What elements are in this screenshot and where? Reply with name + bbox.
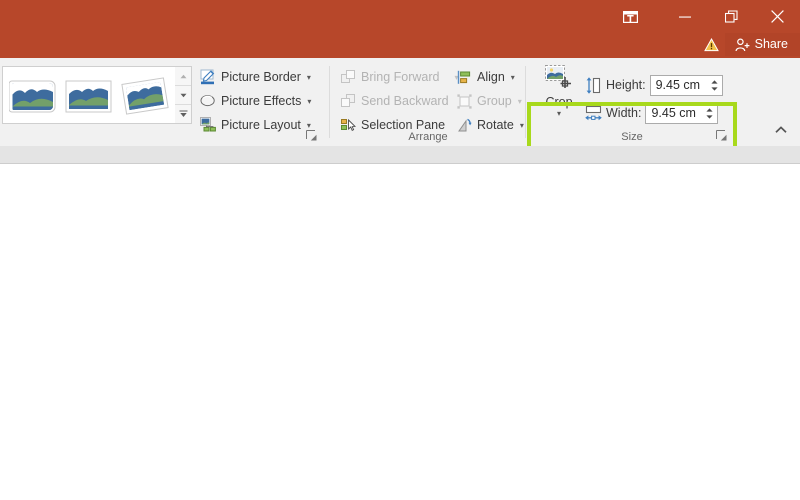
size-dialog-launcher[interactable] [716, 130, 729, 143]
slide-editing-area[interactable] [0, 146, 800, 500]
height-label: Height: [606, 78, 646, 92]
effects-icon [200, 93, 216, 109]
align-icon [456, 69, 472, 85]
picture-style-rotated-white-icon [121, 77, 169, 115]
picture-effects-caret: ▾ [307, 96, 312, 106]
more-styles-icon [179, 110, 187, 117]
picture-styles-gallery[interactable] [2, 66, 176, 124]
picture-border-button[interactable]: Picture Border ▾ [196, 66, 315, 88]
width-icon [585, 105, 602, 122]
share-label: Share [754, 37, 788, 52]
align-button[interactable]: Align ▾ [452, 66, 519, 88]
width-stepper[interactable] [702, 104, 717, 123]
title-bar: Share [0, 0, 800, 56]
ribbon-group-picture-styles: Picture Border ▾ Picture Effects ▾ Pictu… [0, 58, 330, 146]
warning-triangle-icon [704, 37, 719, 51]
crop-button[interactable]: Crop ▾ [535, 64, 583, 126]
bring-forward-button[interactable]: Bring Forward ▾ [336, 66, 463, 88]
group-icon [456, 93, 472, 109]
ribbon-display-options-button[interactable] [608, 0, 652, 33]
selection-pane-label: Selection Pane [361, 118, 446, 132]
chevron-up-icon [775, 126, 787, 133]
picture-layout-caret: ▾ [306, 120, 311, 130]
group-button[interactable]: Group ▾ [452, 90, 526, 112]
restore-icon [724, 10, 738, 23]
width-label: Width: [606, 106, 642, 120]
width-row: Width: 9.45 cm [585, 102, 719, 124]
gallery-scroll-down-button[interactable] [175, 86, 191, 105]
dialog-launcher-icon [306, 130, 317, 141]
stepper-down-icon [711, 86, 718, 91]
picture-style-rotated-white[interactable] [121, 73, 171, 117]
share-row: Share [699, 33, 800, 56]
bring-forward-label: Bring Forward [361, 70, 440, 84]
align-caret: ▾ [510, 72, 515, 82]
send-backward-button[interactable]: Send Backward ▾ [336, 90, 468, 112]
picture-style-rounded-icon [8, 80, 56, 113]
picture-style-simple-frame[interactable] [65, 73, 115, 117]
width-value: 9.45 cm [651, 105, 696, 120]
height-stepper[interactable] [707, 76, 722, 95]
send-backward-label: Send Backward [361, 94, 449, 108]
stepper-up-icon [711, 79, 718, 84]
minimize-button[interactable] [662, 0, 708, 33]
height-icon [585, 76, 602, 94]
canvas-top-band [0, 146, 800, 164]
picture-layout-label: Picture Layout [221, 118, 301, 132]
picture-border-caret: ▾ [306, 72, 311, 82]
picture-style-simple-frame-icon [65, 80, 112, 113]
send-backward-icon [340, 93, 356, 109]
dialog-launcher-icon [716, 130, 727, 141]
share-button[interactable]: Share [724, 33, 800, 56]
crop-icon [545, 65, 571, 88]
collapse-ribbon-button[interactable] [770, 120, 792, 140]
picture-layout-button[interactable]: Picture Layout ▾ [196, 114, 315, 136]
group-label: Group [477, 94, 512, 108]
crop-label: Crop [545, 95, 573, 109]
ribbon-display-icon [622, 10, 638, 23]
stepper-up-icon [706, 107, 714, 112]
layout-icon [200, 117, 216, 133]
restore-button[interactable] [708, 0, 754, 33]
pen-border-icon [200, 69, 216, 85]
rotate-label: Rotate [477, 118, 514, 132]
caret-up-icon [180, 74, 186, 78]
window-controls [608, 0, 800, 33]
rotate-caret: ▾ [519, 120, 524, 130]
size-group-label: Size [621, 131, 643, 143]
minimize-icon [679, 16, 691, 18]
height-input[interactable]: 9.45 cm [649, 74, 723, 96]
share-person-icon [735, 37, 750, 51]
crop-caret: ▾ [556, 109, 561, 118]
close-icon [770, 10, 784, 23]
picture-effects-button[interactable]: Picture Effects ▾ [196, 90, 315, 112]
ribbon-group-size: Crop ▾ Height: 9.45 cm Width: 9.45 cm Si… [527, 58, 737, 146]
close-button[interactable] [754, 0, 800, 33]
picture-styles-dialog-launcher[interactable] [306, 130, 319, 143]
picture-border-label: Picture Border [221, 70, 301, 84]
group-separator [525, 66, 526, 138]
picture-styles-gallery-scroll [175, 66, 192, 124]
ribbon-group-arrange: Bring Forward ▾ Send Backward ▾ [330, 58, 526, 146]
arrange-group-label: Arrange [408, 131, 448, 143]
picture-effects-label: Picture Effects [221, 94, 302, 108]
align-label: Align [477, 70, 505, 84]
picture-style-rounded[interactable] [8, 73, 59, 117]
gallery-more-button[interactable] [175, 105, 191, 123]
group-caret: ▾ [517, 96, 522, 106]
height-value: 9.45 cm [655, 77, 701, 92]
height-row: Height: 9.45 cm [585, 74, 723, 96]
bring-forward-icon [340, 69, 356, 85]
stepper-down-icon [706, 114, 714, 119]
caret-down-icon [180, 93, 186, 97]
warning-indicator[interactable] [699, 33, 725, 56]
powerpoint-window: Share Picture Border ▾ Picture Effects ▾… [0, 0, 800, 500]
slide-surface[interactable] [0, 164, 800, 500]
width-input[interactable]: 9.45 cm [645, 102, 719, 124]
ribbon: Picture Border ▾ Picture Effects ▾ Pictu… [0, 56, 800, 203]
gallery-scroll-up-button[interactable] [175, 67, 191, 86]
